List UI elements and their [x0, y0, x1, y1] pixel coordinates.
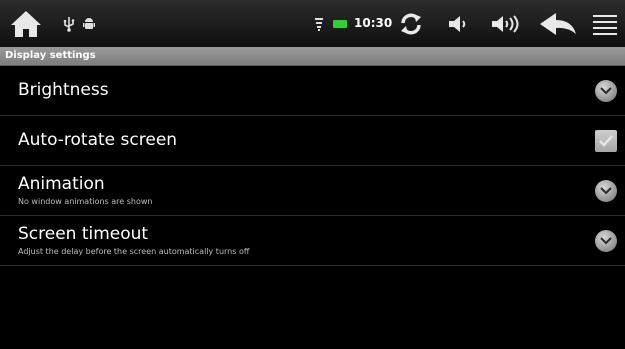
volume-up-icon[interactable] — [488, 0, 524, 47]
chevron-down-icon — [595, 180, 617, 202]
home-icon[interactable] — [6, 0, 46, 47]
battery-icon — [330, 0, 350, 47]
menu-icon[interactable] — [590, 0, 620, 47]
setting-title: Animation — [18, 174, 105, 194]
checkmark-icon — [599, 135, 613, 147]
auto-rotate-checkbox[interactable] — [595, 130, 617, 152]
back-icon[interactable] — [536, 0, 580, 47]
setting-title: Brightness — [18, 80, 109, 100]
title-bar: Display settings — [0, 47, 625, 66]
usb-icon — [60, 0, 78, 47]
setting-brightness[interactable]: Brightness — [0, 66, 625, 116]
setting-screen-timeout[interactable]: Screen timeout Adjust the delay before t… — [0, 216, 625, 266]
setting-summary: Adjust the delay before the screen autom… — [18, 247, 250, 256]
sync-icon[interactable] — [396, 0, 426, 47]
wifi-icon — [312, 0, 326, 47]
volume-down-icon[interactable] — [444, 0, 472, 47]
chevron-down-icon — [595, 80, 617, 102]
settings-list: Brightness Auto-rotate screen Animation … — [0, 66, 625, 266]
chevron-down-icon — [595, 230, 617, 252]
setting-title: Screen timeout — [18, 224, 149, 244]
setting-title: Auto-rotate screen — [18, 130, 178, 150]
status-clock: 10:30 — [354, 16, 393, 30]
setting-animation[interactable]: Animation No window animations are shown — [0, 166, 625, 216]
status-bar: 10:30 — [0, 0, 625, 47]
setting-auto-rotate[interactable]: Auto-rotate screen — [0, 116, 625, 166]
android-debug-icon — [80, 0, 98, 47]
android-screen: 10:30 Display settings Brightness Auto-r… — [0, 0, 625, 349]
setting-summary: No window animations are shown — [18, 197, 153, 206]
page-title: Display settings — [5, 50, 96, 61]
